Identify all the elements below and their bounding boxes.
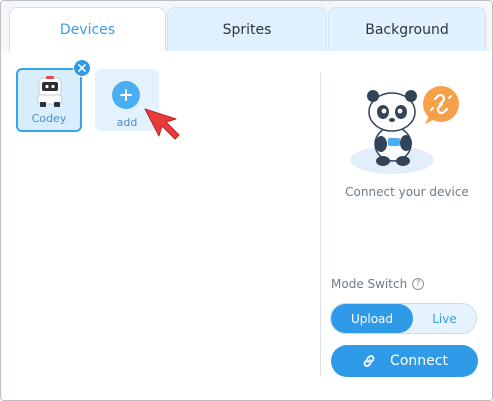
- link-icon: [363, 355, 375, 367]
- panda-disconnected-illustration: [350, 86, 459, 174]
- help-icon[interactable]: ?: [412, 278, 425, 290]
- mode-switch-toggle: Upload Live: [330, 303, 477, 334]
- connect-button[interactable]: Connect: [331, 345, 478, 377]
- tab-background[interactable]: Background: [328, 7, 486, 51]
- tab-devices[interactable]: Devices: [9, 7, 166, 52]
- remove-device-button[interactable]: [73, 59, 91, 77]
- tab-sprites[interactable]: Sprites: [167, 7, 327, 51]
- devices-content: Codey add Connect your device Mode Switc…: [1, 51, 492, 400]
- connect-hint: Connect your device: [345, 185, 469, 199]
- devices-panel: Devices Sprites Background Codey add Con…: [0, 0, 493, 401]
- close-icon: [78, 64, 86, 72]
- plus-icon: [120, 89, 132, 101]
- mode-live-option[interactable]: Live: [413, 304, 476, 333]
- connect-button-label: Connect: [390, 353, 448, 369]
- pointer-arrow-icon: [144, 108, 180, 140]
- codey-robot-icon: [37, 76, 63, 107]
- tab-bar: Devices Sprites Background: [1, 1, 492, 52]
- device-tile-codey[interactable]: Codey: [16, 68, 82, 132]
- add-circle: [112, 81, 140, 109]
- mode-switch-text: Mode Switch: [331, 277, 408, 291]
- mode-upload-option[interactable]: Upload: [331, 304, 413, 333]
- panel-divider: [320, 72, 321, 377]
- device-label: Codey: [31, 112, 67, 125]
- mode-switch-label: Mode Switch ?: [331, 277, 425, 291]
